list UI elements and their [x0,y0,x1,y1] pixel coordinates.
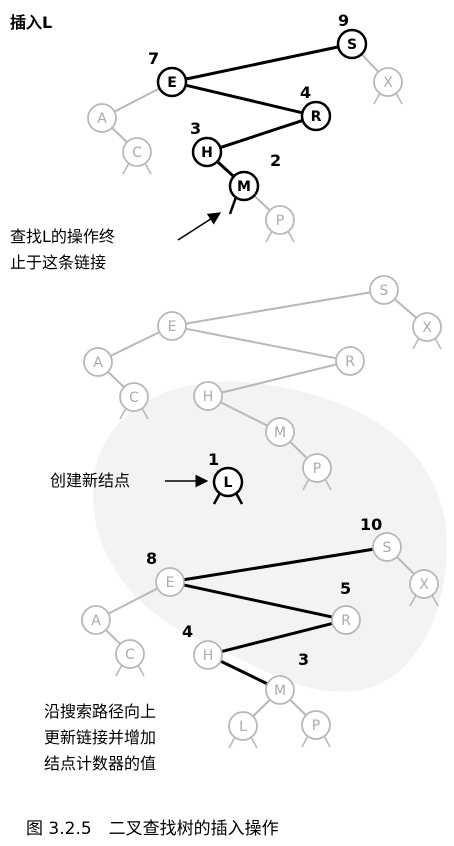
tree-edge [185,327,337,360]
node-e-key: E [167,75,177,91]
node-s-key: S [383,540,392,556]
tree-edge [219,118,304,150]
node-e-count: 8 [146,549,157,568]
tree-edge [110,331,160,357]
node-r-key: R [345,354,355,370]
node-m-key: M [274,425,286,441]
node-r-key: R [341,613,351,629]
node-r-count: 5 [340,579,351,598]
null-link-stub [434,337,442,350]
annotation-create-node: 创建新结点 [50,471,130,490]
node-l-key: L [224,475,233,491]
figure-title: 插入L [10,13,52,32]
node-r-key: R [311,109,322,125]
node-e-count: 7 [148,49,159,68]
node-m-count: 3 [298,650,309,669]
tree-edge [252,699,271,717]
null-link-stub [115,664,123,677]
tree-edge [253,194,271,212]
tree-edge [360,53,380,73]
tree-edge [185,83,303,115]
null-link-stub [144,162,152,175]
null-link-stub [323,735,331,748]
node-h-count: 3 [190,119,201,138]
null-link-stub [412,337,420,350]
node-p-key: P [276,213,284,229]
node-e-key: E [168,319,177,335]
node-c-key: C [129,390,139,406]
node-m-key: M [237,179,251,195]
node-s-count: 9 [338,11,349,30]
node-h-count: 4 [182,622,193,641]
node-l-count: 1 [208,450,219,469]
null-link-stub [395,92,403,105]
node-e-key: E [166,575,175,591]
tree-edge [216,160,235,178]
bst-insertion-figure: 插入L S9XE7ACR4H3M2P SXEACRHMPL1 S10XE8ACR… [10,11,447,839]
null-link-stub [373,92,381,105]
node-m-key: M [274,683,286,699]
annotation-update-line2: 更新链接并增加 [44,728,156,747]
node-s-key: S [380,283,389,299]
node-a-key: A [93,355,103,371]
tree-edge [289,699,307,716]
null-link-stub [228,736,236,749]
node-c-key: C [132,145,142,161]
node-r-count: 4 [300,83,311,102]
null-link-stub [250,736,258,749]
node-p-key: P [313,461,321,477]
search-end-arrow [177,212,222,241]
tree-edge [185,291,371,325]
node-p-key: P [312,718,320,734]
tree-edge [113,87,161,113]
node-l-key: L [239,719,247,735]
null-link [228,196,238,215]
node-h-key: H [201,145,213,161]
tree-edge [393,298,418,319]
tree-edge [185,45,339,81]
node-a-key: A [91,613,101,629]
node-x-key: X [419,577,429,593]
node-s-count: 10 [360,515,382,534]
null-link-stub [265,230,273,243]
annotation-search-end-line2: 止于这条链接 [10,253,106,272]
null-link-stub [137,664,145,677]
null-link-stub [301,735,309,748]
null-link-stub [122,162,130,175]
node-h-key: H [203,389,214,405]
node-s-key: S [347,37,357,53]
annotation-update-line3: 结点计数器的值 [44,754,156,773]
annotation-search-end-line1: 查找L的操作终 [10,227,115,246]
node-m-count: 2 [270,151,281,170]
node-c-key: C [125,647,135,663]
tree-edge [111,127,128,143]
node-h-key: H [203,648,214,664]
null-link-stub [287,230,295,243]
node-x-key: X [383,75,393,91]
figure-caption: 图 3.2.5 二叉查找树的插入操作 [26,819,279,839]
panel-search: S 9 X E7 A C R4 H3 M 2 P [87,11,403,243]
node-x-key: X [422,320,432,336]
node-a-key: A [97,111,107,127]
tree-edge [107,371,125,388]
tree-edge [105,629,121,645]
annotation-update-line1: 沿搜索路径向上 [44,702,156,721]
